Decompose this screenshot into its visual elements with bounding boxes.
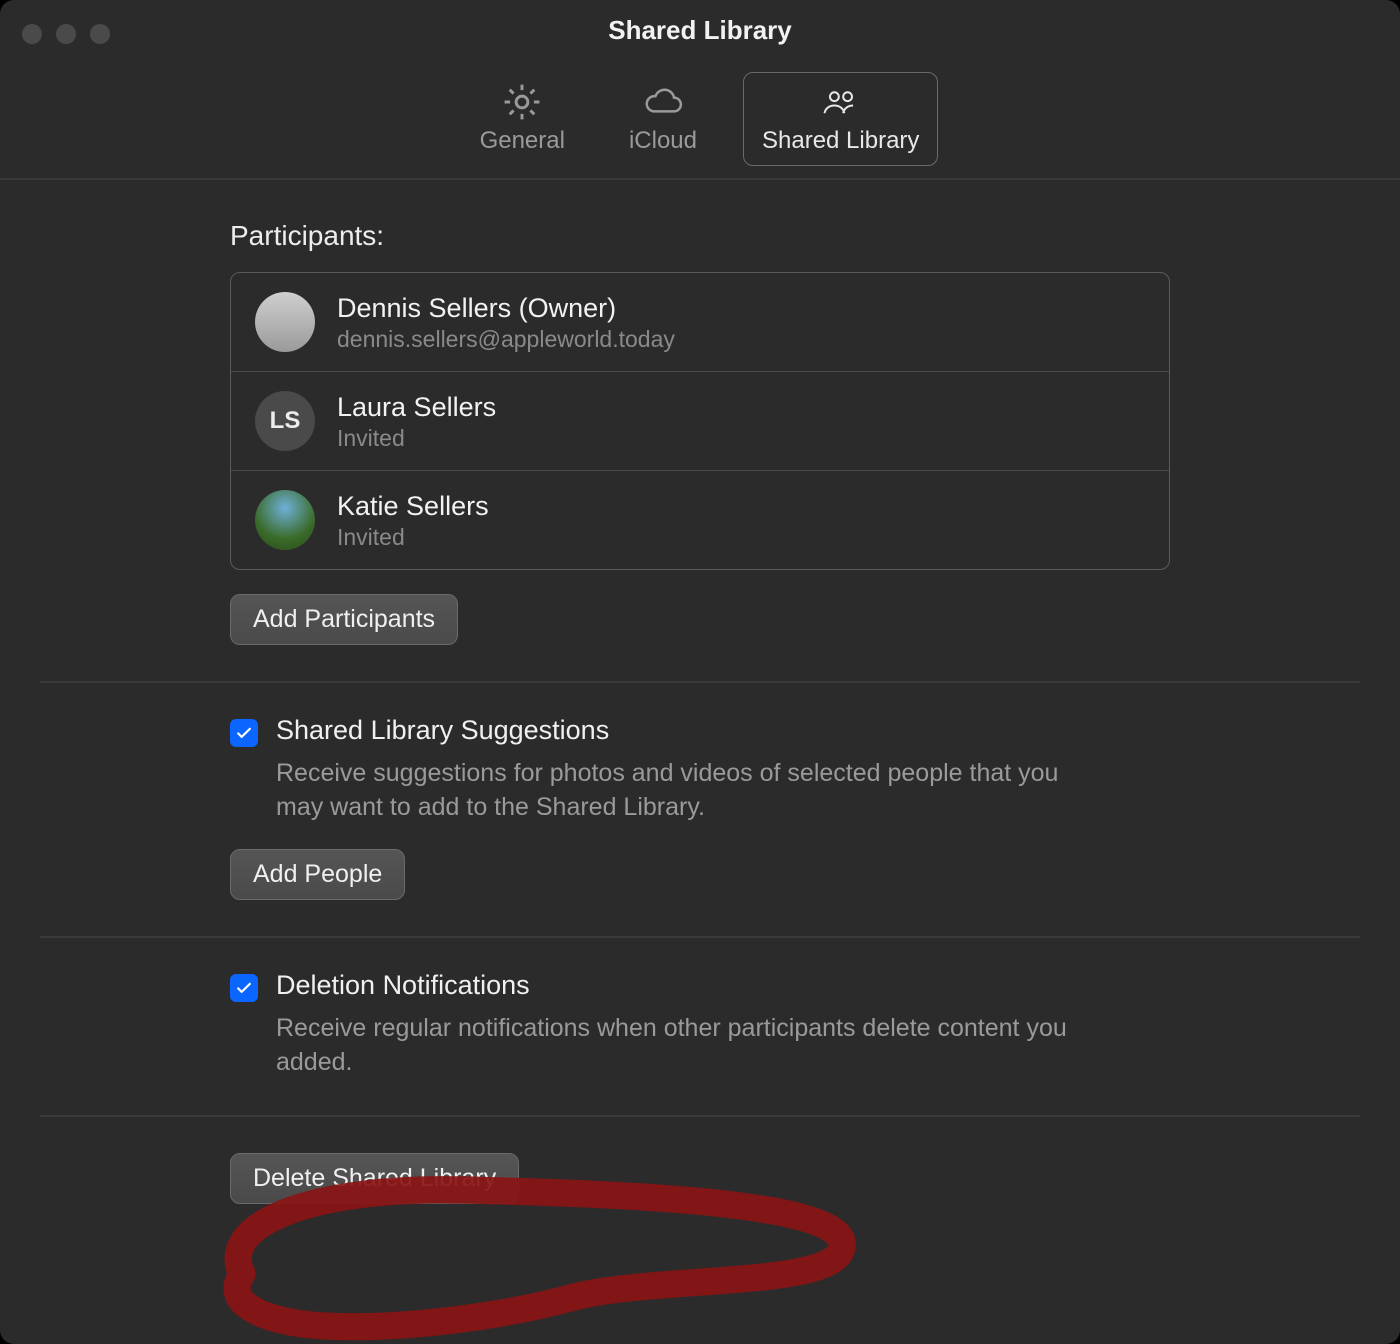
participant-subtext: dennis.sellers@appleworld.today xyxy=(337,326,675,353)
window-controls xyxy=(22,24,110,44)
section-divider xyxy=(40,1115,1360,1117)
preferences-window: Shared Library General iCloud xyxy=(0,0,1400,1344)
gear-icon xyxy=(500,83,544,121)
checkmark-icon xyxy=(234,978,254,998)
cloud-icon xyxy=(641,83,685,121)
participant-name: Laura Sellers xyxy=(337,390,496,425)
delete-shared-library-button[interactable]: Delete Shared Library xyxy=(230,1153,519,1204)
suggestions-title: Shared Library Suggestions xyxy=(276,715,609,746)
participant-row[interactable]: LS Laura Sellers Invited xyxy=(231,372,1169,471)
tab-label: iCloud xyxy=(629,127,697,155)
section-divider xyxy=(40,681,1360,683)
participant-name: Dennis Sellers (Owner) xyxy=(337,291,675,326)
participants-heading: Participants: xyxy=(230,220,1170,252)
add-people-button[interactable]: Add People xyxy=(230,849,405,900)
avatar xyxy=(255,490,315,550)
deletion-checkbox[interactable] xyxy=(230,974,258,1002)
tab-label: Shared Library xyxy=(762,127,919,155)
deletion-description: Receive regular notifications when other… xyxy=(230,1012,1090,1080)
participant-subtext: Invited xyxy=(337,425,496,452)
titlebar: Shared Library xyxy=(0,0,1400,60)
participant-subtext: Invited xyxy=(337,524,489,551)
checkmark-icon xyxy=(234,723,254,743)
suggestions-option: Shared Library Suggestions xyxy=(230,715,1170,747)
suggestions-checkbox[interactable] xyxy=(230,719,258,747)
deletion-option: Deletion Notifications xyxy=(230,970,1170,1002)
participant-row[interactable]: Katie Sellers Invited xyxy=(231,471,1169,569)
window-title: Shared Library xyxy=(608,15,792,46)
participant-name: Katie Sellers xyxy=(337,489,489,524)
tab-shared-library[interactable]: Shared Library xyxy=(743,72,938,166)
content-area: Participants: Dennis Sellers (Owner) den… xyxy=(0,180,1400,1204)
close-window-button[interactable] xyxy=(22,24,42,44)
tab-general[interactable]: General xyxy=(462,73,583,165)
suggestions-description: Receive suggestions for photos and video… xyxy=(230,757,1090,825)
tab-label: General xyxy=(480,127,565,155)
zoom-window-button[interactable] xyxy=(90,24,110,44)
people-icon xyxy=(819,83,863,121)
minimize-window-button[interactable] xyxy=(56,24,76,44)
avatar: LS xyxy=(255,391,315,451)
toolbar-tabs: General iCloud Shared Library xyxy=(0,60,1400,180)
add-participants-button[interactable]: Add Participants xyxy=(230,594,458,645)
participants-list: Dennis Sellers (Owner) dennis.sellers@ap… xyxy=(230,272,1170,570)
section-divider xyxy=(40,936,1360,938)
avatar xyxy=(255,292,315,352)
deletion-title: Deletion Notifications xyxy=(276,970,530,1001)
participant-row[interactable]: Dennis Sellers (Owner) dennis.sellers@ap… xyxy=(231,273,1169,372)
tab-icloud[interactable]: iCloud xyxy=(611,73,715,165)
